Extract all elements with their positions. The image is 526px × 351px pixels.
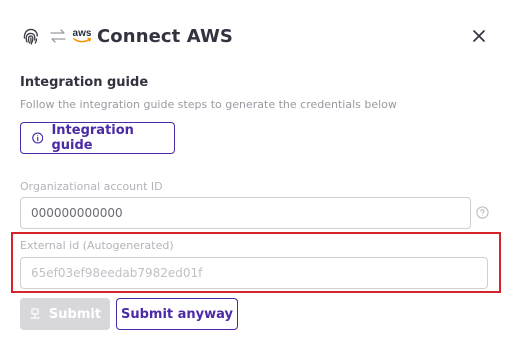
- dialog-header: aws Connect AWS: [21, 24, 233, 48]
- guide-heading: Integration guide: [20, 75, 149, 90]
- close-icon[interactable]: [471, 28, 487, 44]
- external-id-input[interactable]: [20, 257, 488, 289]
- submit-icon: [30, 308, 40, 319]
- integration-guide-button[interactable]: Integration guide: [20, 122, 175, 154]
- help-circle-icon[interactable]: [476, 206, 489, 219]
- aws-logo-text: aws: [73, 28, 92, 39]
- swap-arrows-icon: [50, 29, 66, 43]
- integration-guide-button-label: Integration guide: [51, 123, 134, 153]
- submit-button[interactable]: Submit: [20, 298, 110, 330]
- org-account-label: Organizational account ID: [20, 180, 163, 193]
- dialog-title: Connect AWS: [97, 25, 233, 47]
- external-id-label: External id (Autogenerated): [20, 239, 174, 252]
- guide-description: Follow the integration guide steps to ge…: [20, 98, 397, 111]
- info-icon: [32, 132, 44, 144]
- fingerprint-icon: [23, 28, 38, 45]
- aws-logo: aws: [73, 28, 92, 43]
- org-account-input[interactable]: [20, 197, 471, 229]
- submit-button-label: Submit: [48, 306, 102, 322]
- submit-anyway-button[interactable]: Submit anyway: [116, 298, 238, 330]
- submit-anyway-button-label: Submit anyway: [120, 306, 234, 322]
